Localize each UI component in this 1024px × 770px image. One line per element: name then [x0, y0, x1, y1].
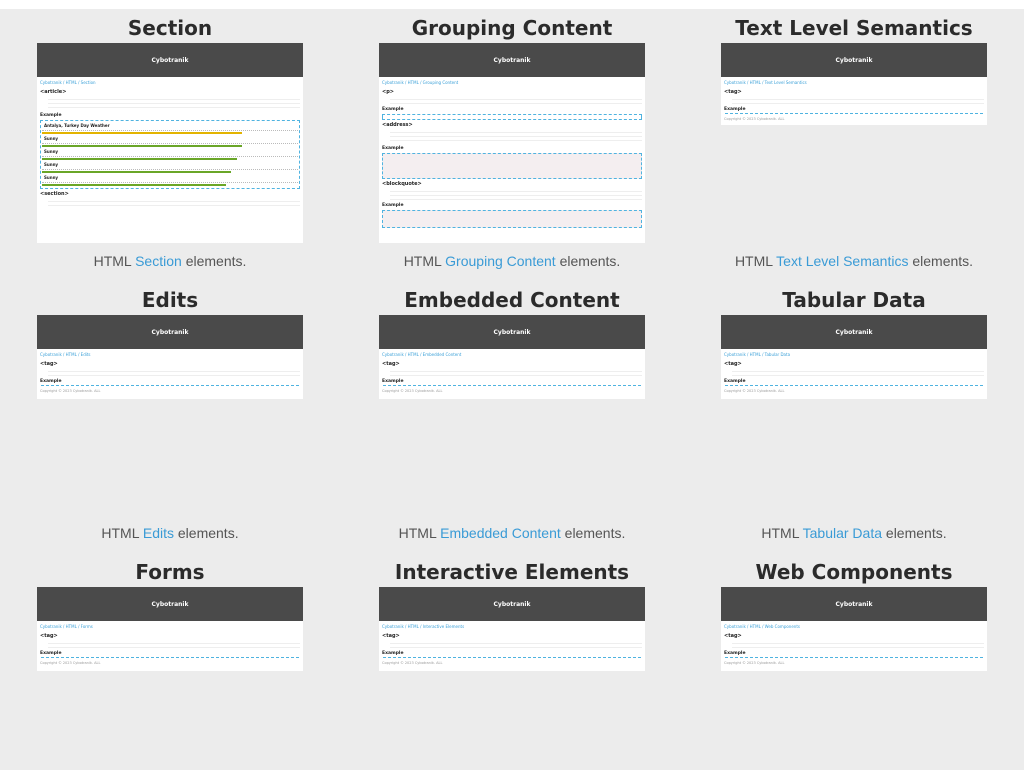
preview-header: Cybotranik — [721, 43, 987, 77]
preview-thumbnail[interactable]: Cybotranik Cybotranik / HTML / Text Leve… — [721, 43, 987, 125]
preview-thumbnail[interactable]: Cybotranik Cybotranik / HTML / Section <… — [37, 43, 303, 243]
caption-link[interactable]: Tabular Data — [803, 525, 882, 541]
preview-thumbnail[interactable]: Cybotranik Cybotranik / HTML / Edits <ta… — [37, 315, 303, 399]
card-title: Text Level Semantics — [735, 16, 973, 40]
preview-example: Example — [40, 113, 62, 118]
preview-header: Cybotranik — [379, 587, 645, 621]
preview-thumbnail[interactable]: Cybotranik Cybotranik / HTML / Web Compo… — [721, 587, 987, 671]
card-embedded-content[interactable]: Embedded Content Cybotranik Cybotranik /… — [343, 281, 681, 553]
card-section[interactable]: Section Cybotranik Cybotranik / HTML / S… — [0, 9, 340, 281]
card-text-level-semantics[interactable]: Text Level Semantics Cybotranik Cybotran… — [684, 9, 1024, 281]
card-title: Grouping Content — [411, 16, 613, 40]
caption-link[interactable]: Grouping Content — [445, 253, 556, 269]
card-caption: HTML Text Level Semantics elements. — [734, 253, 974, 269]
preview-header: Cybotranik — [721, 587, 987, 621]
card-title: Forms — [135, 560, 205, 584]
caption-link[interactable]: Edits — [143, 525, 174, 541]
preview-thumbnail[interactable]: Cybotranik Cybotranik / HTML / Grouping … — [379, 43, 645, 243]
preview-thumbnail[interactable]: Cybotranik Cybotranik / HTML / Interacti… — [379, 587, 645, 671]
preview-breadcrumb: Cybotranik / HTML / Section — [40, 80, 96, 85]
card-title: Edits — [141, 288, 199, 312]
preview-header: Cybotranik — [37, 587, 303, 621]
card-title: Embedded Content — [404, 288, 620, 312]
preview-thumbnail[interactable]: Cybotranik Cybotranik / HTML / Tabular D… — [721, 315, 987, 399]
card-interactive-elements[interactable]: Interactive Elements Cybotranik Cybotran… — [343, 553, 681, 753]
cards-grid: Section Cybotranik Cybotranik / HTML / S… — [0, 9, 1024, 753]
preview-header: Cybotranik — [37, 315, 303, 349]
preview-header: Cybotranik — [379, 315, 645, 349]
card-edits[interactable]: Edits Cybotranik Cybotranik / HTML / Edi… — [0, 281, 340, 553]
card-title: Section — [127, 16, 213, 40]
preview-tag: <article> — [40, 89, 67, 95]
card-title: Tabular Data — [782, 288, 926, 312]
card-forms[interactable]: Forms Cybotranik Cybotranik / HTML / For… — [0, 553, 340, 753]
preview-thumbnail[interactable]: Cybotranik Cybotranik / HTML / Forms <ta… — [37, 587, 303, 671]
card-grouping-content[interactable]: Grouping Content Cybotranik Cybotranik /… — [343, 9, 681, 281]
preview-header: Cybotranik — [379, 43, 645, 77]
preview-thumbnail[interactable]: Cybotranik Cybotranik / HTML / Embedded … — [379, 315, 645, 399]
card-title: Web Components — [755, 560, 953, 584]
caption-link[interactable]: Section — [135, 253, 182, 269]
card-tabular-data[interactable]: Tabular Data Cybotranik Cybotranik / HTM… — [684, 281, 1024, 553]
card-caption: HTML Grouping Content elements. — [403, 253, 621, 269]
card-caption: HTML Edits elements. — [101, 525, 239, 541]
top-strip — [0, 0, 1024, 9]
card-caption: HTML Section elements. — [93, 253, 247, 269]
preview-header: Cybotranik — [721, 315, 987, 349]
card-web-components[interactable]: Web Components Cybotranik Cybotranik / H… — [684, 553, 1024, 753]
preview-header: Cybotranik — [37, 43, 303, 77]
card-title: Interactive Elements — [394, 560, 630, 584]
caption-link[interactable]: Embedded Content — [440, 525, 561, 541]
card-caption: HTML Embedded Content elements. — [398, 525, 626, 541]
caption-link[interactable]: Text Level Semantics — [776, 253, 908, 269]
card-caption: HTML Tabular Data elements. — [761, 525, 947, 541]
